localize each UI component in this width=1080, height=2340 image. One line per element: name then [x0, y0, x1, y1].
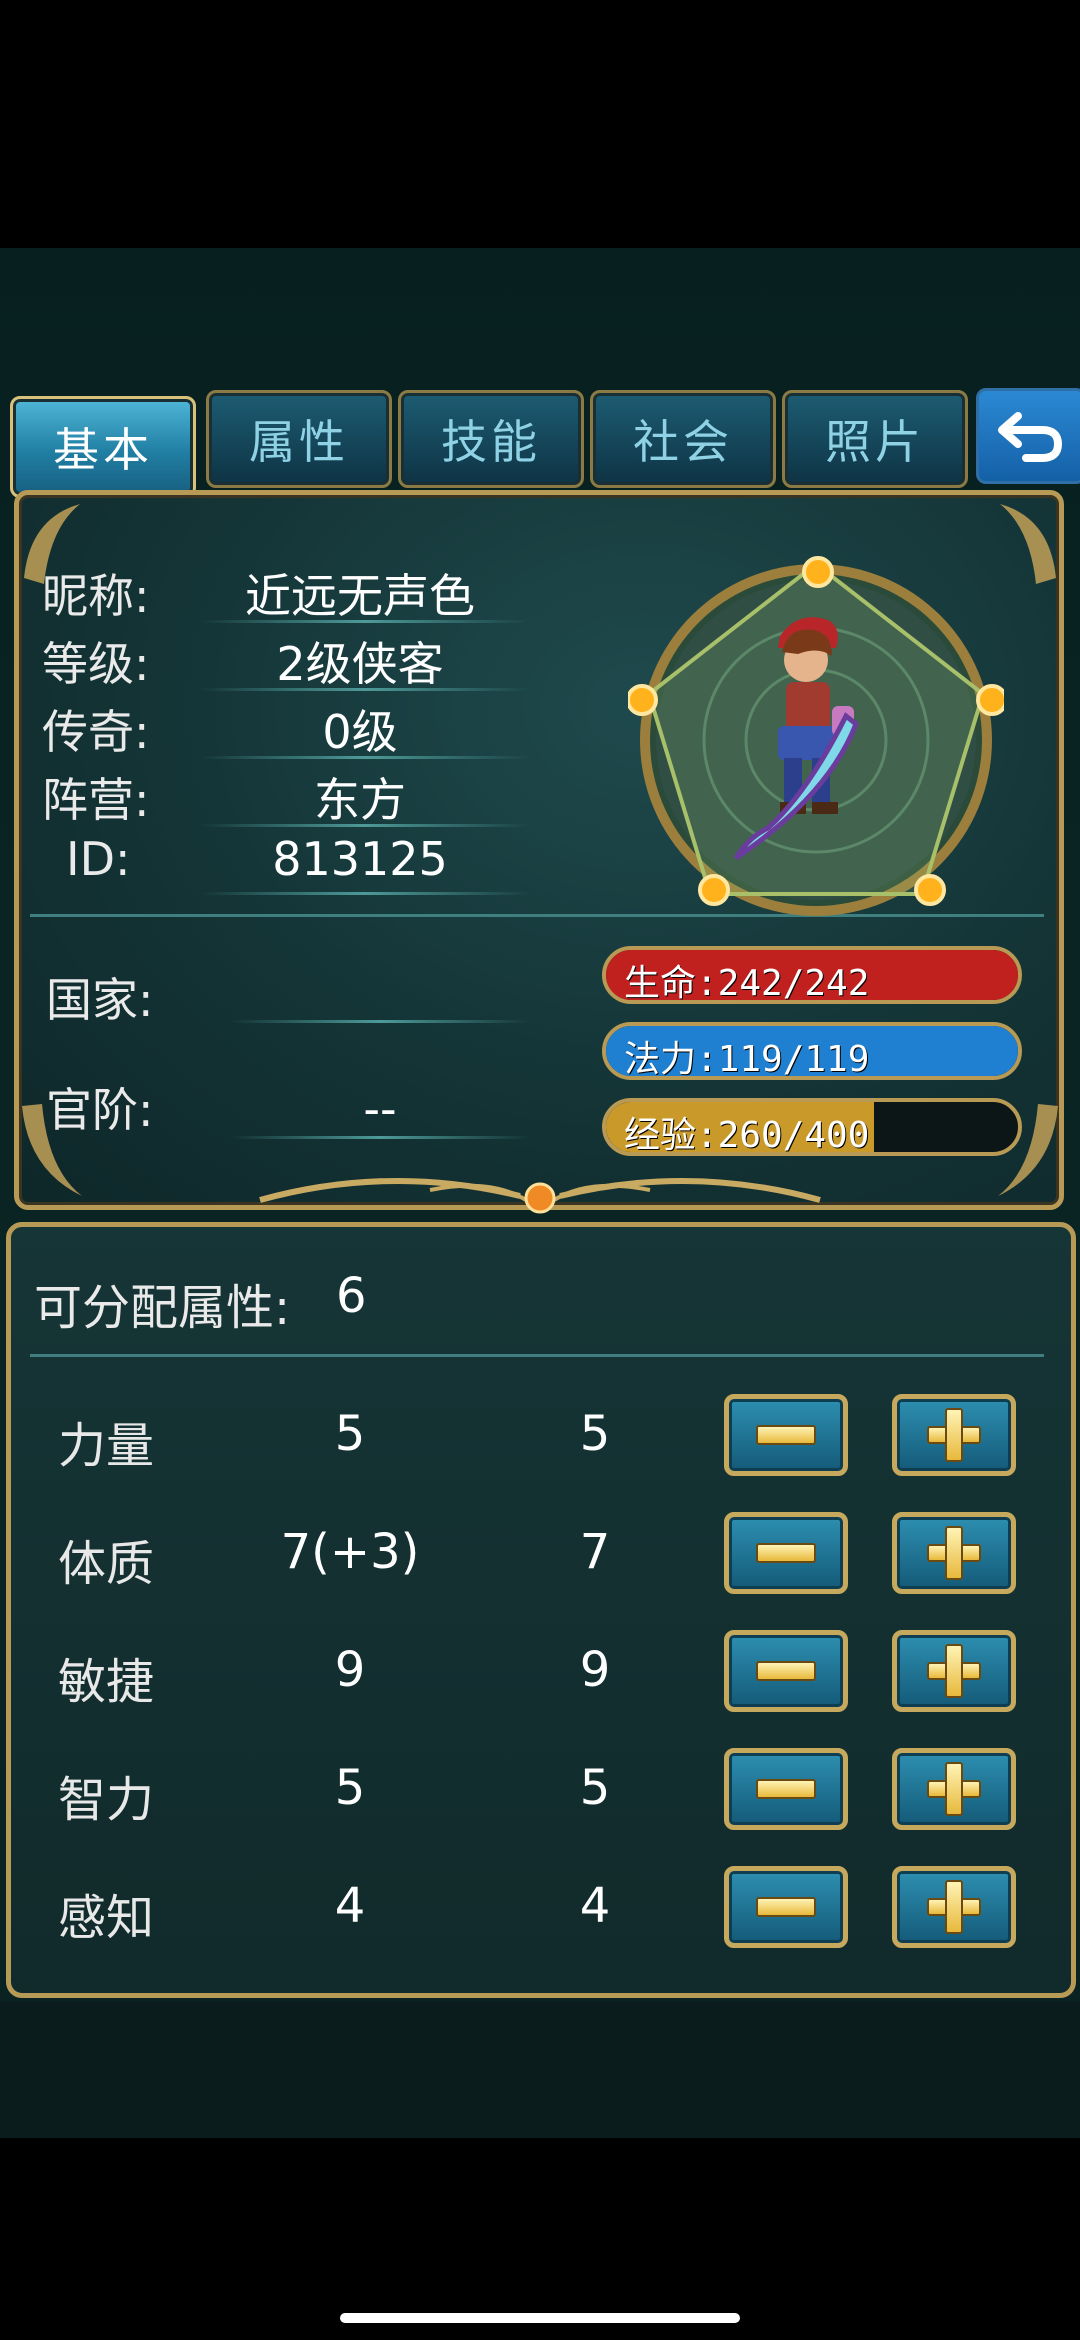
underline [200, 688, 530, 691]
attribute-base-value: 5 [334, 1406, 366, 1462]
camp-label: 阵营: [42, 773, 150, 827]
increase-button[interactable] [892, 1630, 1016, 1712]
minus-icon [756, 1897, 816, 1917]
underline [230, 1020, 530, 1023]
attribute-name: 体质 [58, 1536, 155, 1592]
plus-icon [927, 1526, 981, 1580]
attribute-name: 智力 [58, 1772, 155, 1828]
underline [200, 824, 530, 827]
back-arrow-icon [998, 412, 1063, 462]
minus-icon [756, 1661, 816, 1681]
attribute-base-value: 9 [334, 1642, 366, 1698]
bottom-area [0, 2002, 1080, 2138]
underline [200, 756, 530, 759]
attribute-current-value: 9 [579, 1642, 611, 1698]
attribute-current-value: 4 [579, 1878, 611, 1934]
legend-label: 传奇: [42, 705, 150, 759]
attribute-base-value: 7(+3) [280, 1524, 420, 1580]
id-label: ID: [66, 832, 131, 886]
allocatable-label: 可分配属性: [34, 1280, 291, 1336]
tab-skills[interactable]: 技能 [398, 390, 584, 488]
hp-text: 生命:242/242 [624, 963, 870, 1004]
character-portrait [628, 556, 1004, 916]
rank-label: 官阶: [46, 1083, 154, 1137]
back-button[interactable] [976, 388, 1080, 484]
plus-icon [927, 1762, 981, 1816]
tab-bar: 基本 属性 技能 社会 照片 [6, 382, 1080, 498]
attribute-current-value: 5 [579, 1760, 611, 1816]
minus-icon [756, 1425, 816, 1445]
increase-button[interactable] [892, 1512, 1016, 1594]
underline [200, 892, 530, 895]
decrease-button[interactable] [724, 1748, 848, 1830]
attribute-base-value: 5 [334, 1760, 366, 1816]
decrease-button[interactable] [724, 1866, 848, 1948]
minus-icon [756, 1543, 816, 1563]
increase-button[interactable] [892, 1866, 1016, 1948]
increase-button[interactable] [892, 1748, 1016, 1830]
nickname-label: 昵称: [42, 569, 150, 623]
country-label: 国家: [46, 973, 154, 1027]
hp-bar: 生命:242/242 [602, 946, 1022, 1004]
id-value: 813125 [272, 832, 448, 886]
level-value: 2级侠客 [276, 637, 444, 691]
attribute-current-value: 7 [579, 1524, 611, 1580]
level-label: 等级: [42, 637, 150, 691]
plus-icon [927, 1408, 981, 1462]
decrease-button[interactable] [724, 1394, 848, 1476]
camp-value: 东方 [314, 773, 406, 827]
divider [30, 1354, 1044, 1357]
tab-social[interactable]: 社会 [590, 390, 776, 488]
tab-photo[interactable]: 照片 [782, 390, 968, 488]
attribute-current-value: 5 [579, 1406, 611, 1462]
exp-bar: 经验:260/400 [602, 1098, 1022, 1156]
attribute-base-value: 4 [334, 1878, 366, 1934]
ornament-bottom-center [259, 1177, 821, 1214]
attribute-name: 感知 [58, 1890, 155, 1946]
plus-icon [927, 1880, 981, 1934]
home-indicator[interactable] [340, 2313, 740, 2323]
mp-text: 法力:119/119 [624, 1039, 870, 1080]
minus-icon [756, 1779, 816, 1799]
plus-icon [927, 1644, 981, 1698]
rank-value: -- [363, 1082, 397, 1136]
legend-value: 0级 [322, 705, 398, 759]
tab-basic[interactable]: 基本 [10, 396, 196, 498]
attribute-name: 力量 [58, 1418, 155, 1474]
increase-button[interactable] [892, 1394, 1016, 1476]
underline [230, 1136, 530, 1139]
nickname-value: 近远无声色 [245, 569, 475, 623]
decrease-button[interactable] [724, 1630, 848, 1712]
mp-bar: 法力:119/119 [602, 1022, 1022, 1080]
exp-text: 经验:260/400 [624, 1115, 870, 1156]
decrease-button[interactable] [724, 1512, 848, 1594]
allocatable-value: 6 [336, 1268, 367, 1324]
attribute-name: 敏捷 [58, 1654, 155, 1710]
underline [200, 620, 530, 623]
tab-attributes[interactable]: 属性 [206, 390, 392, 488]
